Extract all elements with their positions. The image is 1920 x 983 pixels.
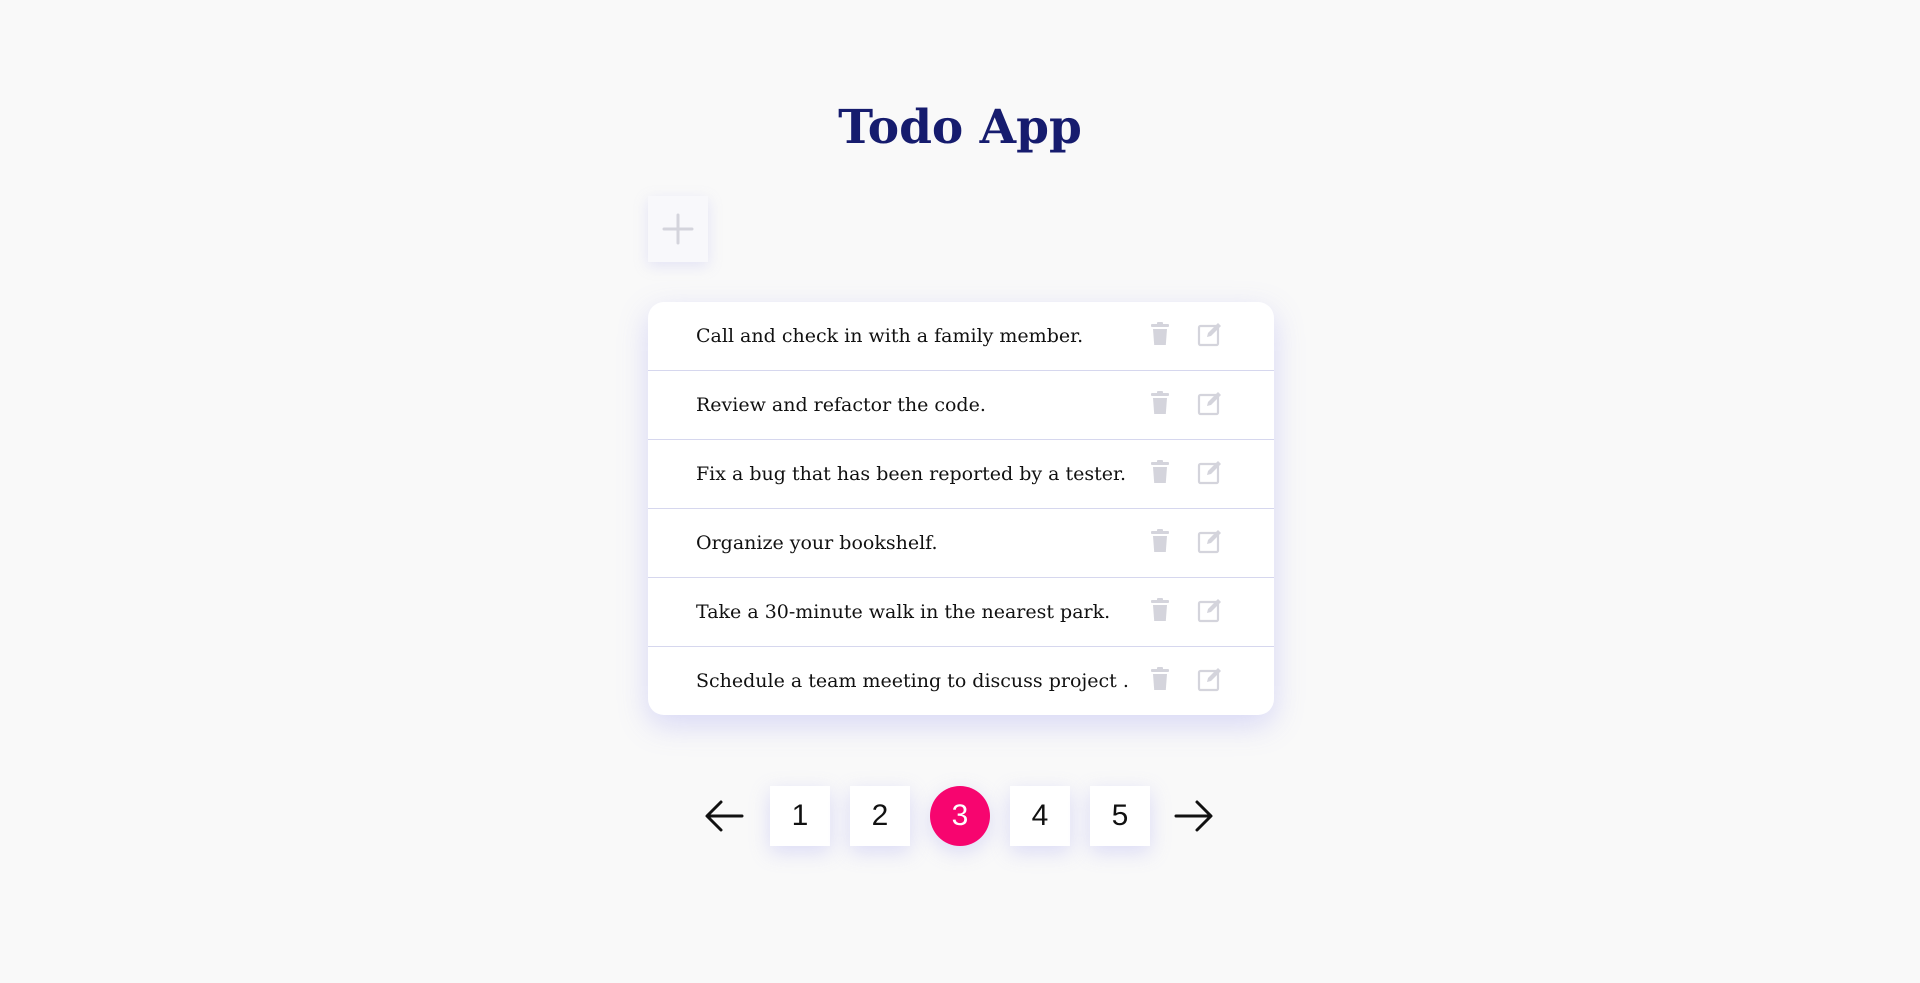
todo-text: Schedule a team meeting to discuss proje…	[696, 670, 1129, 692]
trash-icon[interactable]	[1146, 596, 1174, 624]
todo-text: Fix a bug that has been reported by a te…	[696, 463, 1127, 485]
todo-text: Take a 30-minute walk in the nearest par…	[696, 601, 1111, 623]
pagination: 1 2 3 4 5	[0, 786, 1920, 846]
page-button-5[interactable]: 5	[1090, 786, 1150, 846]
arrow-right-icon[interactable]	[1172, 796, 1216, 836]
trash-icon[interactable]	[1146, 527, 1174, 555]
page-button-1[interactable]: 1	[770, 786, 830, 846]
page-button-2[interactable]: 2	[850, 786, 910, 846]
page-button-4[interactable]: 4	[1010, 786, 1070, 846]
todo-text: Call and check in with a family member.	[696, 325, 1084, 347]
trash-icon[interactable]	[1146, 665, 1174, 693]
edit-icon[interactable]	[1196, 458, 1224, 486]
edit-icon[interactable]	[1196, 596, 1224, 624]
edit-icon[interactable]	[1196, 320, 1224, 348]
todo-item: Schedule a team meeting to discuss proje…	[648, 647, 1274, 715]
trash-icon[interactable]	[1146, 389, 1174, 417]
page-button-3[interactable]: 3	[930, 786, 990, 846]
edit-icon[interactable]	[1196, 665, 1224, 693]
todo-text: Review and refactor the code.	[696, 394, 986, 416]
trash-icon[interactable]	[1146, 320, 1174, 348]
arrow-left-icon[interactable]	[702, 796, 746, 836]
edit-icon[interactable]	[1196, 389, 1224, 417]
todo-text: Organize your bookshelf.	[696, 532, 938, 554]
add-todo-button[interactable]	[648, 196, 708, 262]
edit-icon[interactable]	[1196, 527, 1224, 555]
todo-item: Take a 30-minute walk in the nearest par…	[648, 578, 1274, 647]
todo-item: Call and check in with a family member.	[648, 302, 1274, 371]
todo-list: Call and check in with a family member. …	[648, 302, 1274, 715]
page-title: Todo App	[838, 100, 1082, 155]
todo-item: Organize your bookshelf.	[648, 509, 1274, 578]
plus-icon	[662, 213, 694, 245]
todo-item: Review and refactor the code.	[648, 371, 1274, 440]
trash-icon[interactable]	[1146, 458, 1174, 486]
todo-item: Fix a bug that has been reported by a te…	[648, 440, 1274, 509]
